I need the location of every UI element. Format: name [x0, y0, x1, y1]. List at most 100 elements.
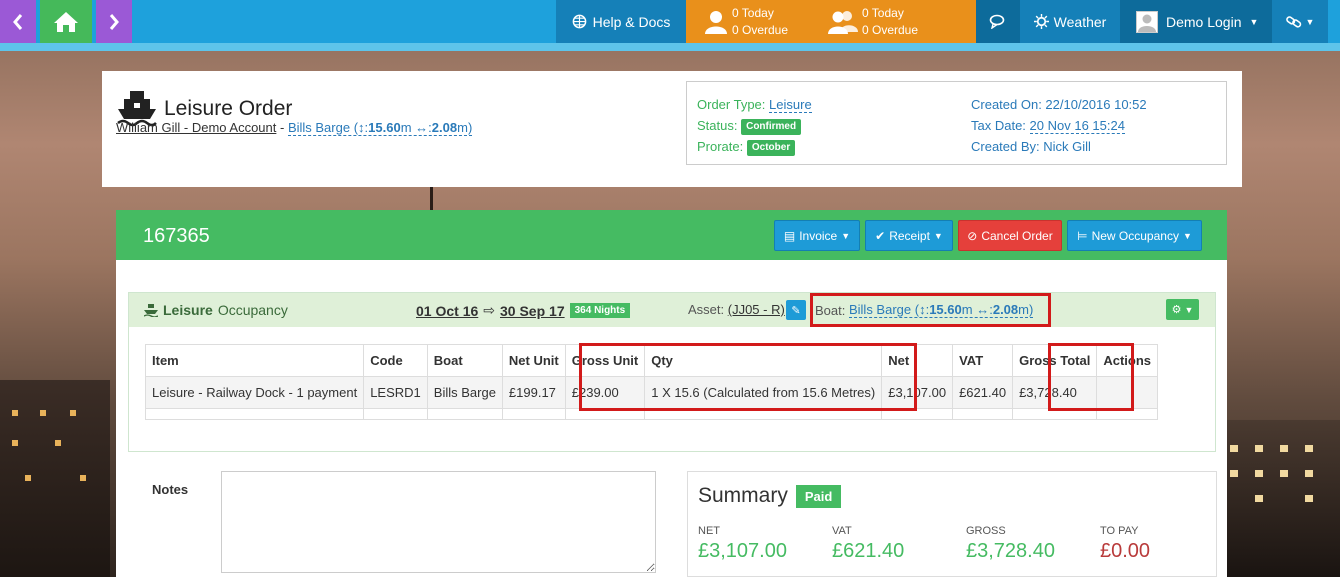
occupancy-boat-link[interactable]: Bills Barge (↕:15.60m ↔:2.08m)	[848, 302, 1034, 318]
background-buildings-right	[1210, 420, 1340, 577]
background-mast	[430, 186, 433, 212]
cell-boat: Bills Barge	[426, 376, 503, 409]
chevron-right-icon	[109, 13, 119, 30]
forward-button[interactable]	[96, 0, 132, 43]
print-icon: ▤	[783, 228, 796, 243]
chat-icon	[989, 14, 1005, 29]
order-subtitle: William Gill - Demo Account - Bills Barg…	[116, 120, 473, 136]
summary-panel: Summary Paid NET £3,107.00 VAT £621.40 G…	[687, 471, 1217, 577]
col-item: Item	[144, 344, 365, 377]
occupancy-section: Leisure Occupancy 01 Oct 16 ⇨ 30 Sep 17 …	[128, 292, 1216, 452]
tasks-group-counter[interactable]: 0 Today 0 Overdue	[828, 5, 918, 39]
created-on: Created On: 22/10/2016 10:52	[971, 97, 1147, 112]
end-date-link[interactable]: 30 Sep 17	[500, 303, 565, 319]
order-number: 167365	[143, 225, 210, 247]
occupancy-settings-button[interactable]: ⚙ ▼	[1166, 299, 1199, 320]
cell-vat: £621.40	[952, 376, 1014, 409]
pencil-icon: ✎	[791, 304, 801, 317]
summary-gross: GROSS £3,728.40	[966, 525, 1055, 562]
home-icon	[54, 11, 78, 32]
user-name: Demo Login	[1166, 13, 1242, 30]
table-header-row: Item Code Boat Net Unit Gross Unit Qty N…	[144, 344, 1159, 377]
link-icon	[1285, 15, 1301, 28]
background-buildings-left	[0, 380, 110, 577]
links-menu[interactable]: ▼	[1272, 0, 1328, 43]
occupancy-label: Occupancy	[217, 302, 288, 318]
notes-textarea[interactable]	[221, 471, 656, 573]
col-boat: Boat	[426, 344, 503, 377]
col-gross-total: Gross Total	[1012, 344, 1098, 377]
cell-actions[interactable]	[1096, 376, 1159, 409]
avatar	[1136, 10, 1158, 33]
width-icon: ↔	[415, 120, 429, 135]
summary-to-pay: TO PAY £0.00	[1100, 525, 1151, 562]
length-icon: ↕	[358, 120, 365, 135]
occupancy-dates: 01 Oct 16 ⇨ 30 Sep 17 364 Nights	[416, 302, 631, 319]
tasks-user-counter[interactable]: 0 Today 0 Overdue	[704, 5, 788, 39]
asset-link[interactable]: (JJ05 - R)	[728, 302, 785, 317]
nights-badge: 364 Nights	[569, 303, 631, 318]
summary-vat: VAT £621.40	[832, 525, 905, 562]
summary-net: NET £3,107.00	[698, 525, 787, 562]
cell-item: Leisure - Railway Dock - 1 payment	[144, 376, 365, 409]
cell-qty: 1 X 15.6 (Calculated from 15.6 Metres)	[644, 376, 883, 409]
prorate-badge[interactable]: October	[746, 139, 796, 156]
col-net-unit: Net Unit	[501, 344, 566, 377]
order-title-text: Leisure Order	[164, 97, 293, 120]
length-icon: ↕	[919, 302, 926, 317]
occupancy-header: Leisure Occupancy 01 Oct 16 ⇨ 30 Sep 17 …	[129, 293, 1215, 327]
created-by: Created By: Nick Gill	[971, 139, 1091, 154]
paid-badge: Paid	[795, 484, 842, 508]
users-icon	[828, 11, 858, 34]
col-qty: Qty	[644, 344, 883, 377]
col-net: Net	[881, 344, 954, 377]
messages-button[interactable]	[976, 0, 1020, 43]
receipt-button[interactable]: ✔ Receipt ▼	[865, 220, 953, 251]
cell-code: LESRD1	[363, 376, 428, 409]
globe-icon	[572, 14, 586, 29]
table-footer-row	[144, 408, 1159, 420]
sun-icon	[1033, 14, 1049, 29]
line-items-table: Item Code Boat Net Unit Gross Unit Qty N…	[144, 344, 1159, 420]
overdue-count-2: 0 Overdue	[862, 23, 919, 37]
col-gross-unit: Gross Unit	[564, 344, 646, 377]
tasks-summary: 0 Today 0 Overdue 0 Today 0 Overdue	[686, 0, 976, 43]
edit-asset-button[interactable]: ✎	[786, 300, 806, 320]
cell-gross-total: £3,728.40	[1012, 376, 1098, 409]
caret-down-icon: ▼	[1305, 16, 1315, 27]
width-icon: ↔	[976, 302, 990, 317]
invoice-button[interactable]: ▤ Invoice ▼	[774, 220, 860, 251]
user-icon	[705, 11, 727, 34]
cell-net-unit: £199.17	[501, 376, 566, 409]
asset-info: Asset: (JJ05 - R)	[688, 302, 785, 317]
new-occupancy-button[interactable]: ⊨ New Occupancy ▼	[1067, 220, 1202, 251]
order-header-panel: Leisure Order William Gill - Demo Accoun…	[102, 71, 1242, 187]
caret-down-icon: ▼	[1184, 304, 1194, 315]
today-count-1: 0 Today	[732, 6, 774, 20]
help-docs-button[interactable]: Help & Docs	[556, 0, 686, 43]
order-info-box: Order Type: Leisure Status: Confirmed Pr…	[686, 81, 1227, 165]
back-button[interactable]	[0, 0, 36, 43]
start-date-link[interactable]: 01 Oct 16	[416, 303, 478, 319]
order-type-link[interactable]: Leisure	[769, 97, 812, 113]
customer-link[interactable]: William Gill - Demo Account	[116, 120, 276, 135]
home-button[interactable]	[40, 0, 92, 43]
navbar-strip	[0, 43, 1340, 51]
ship-icon	[144, 303, 158, 317]
overdue-count-1: 0 Overdue	[732, 23, 789, 37]
weather-button[interactable]: Weather	[1020, 0, 1120, 43]
boat-link[interactable]: Bills Barge (↕:15.60m ↔:2.08m)	[287, 120, 473, 136]
tax-date-link[interactable]: 20 Nov 16 15:24	[1029, 118, 1125, 134]
occupancy-boat-highlight: Boat: Bills Barge (↕:15.60m ↔:2.08m)	[810, 293, 1051, 327]
user-menu[interactable]: Demo Login ▼	[1120, 0, 1272, 43]
caret-down-icon: ▼	[1249, 16, 1259, 27]
gear-icon: ⚙	[1171, 304, 1182, 316]
col-code: Code	[363, 344, 428, 377]
today-count-2: 0 Today	[862, 6, 904, 20]
cancel-order-button[interactable]: ⊘ Cancel Order	[958, 220, 1062, 251]
status-badge[interactable]: Confirmed	[741, 118, 802, 135]
summary-title: Summary	[698, 484, 788, 507]
chevron-left-icon	[13, 13, 23, 30]
col-actions: Actions	[1096, 344, 1159, 377]
order-panel: 167365 ▤ Invoice ▼ ✔ Receipt ▼ ⊘ Cancel …	[116, 210, 1227, 577]
